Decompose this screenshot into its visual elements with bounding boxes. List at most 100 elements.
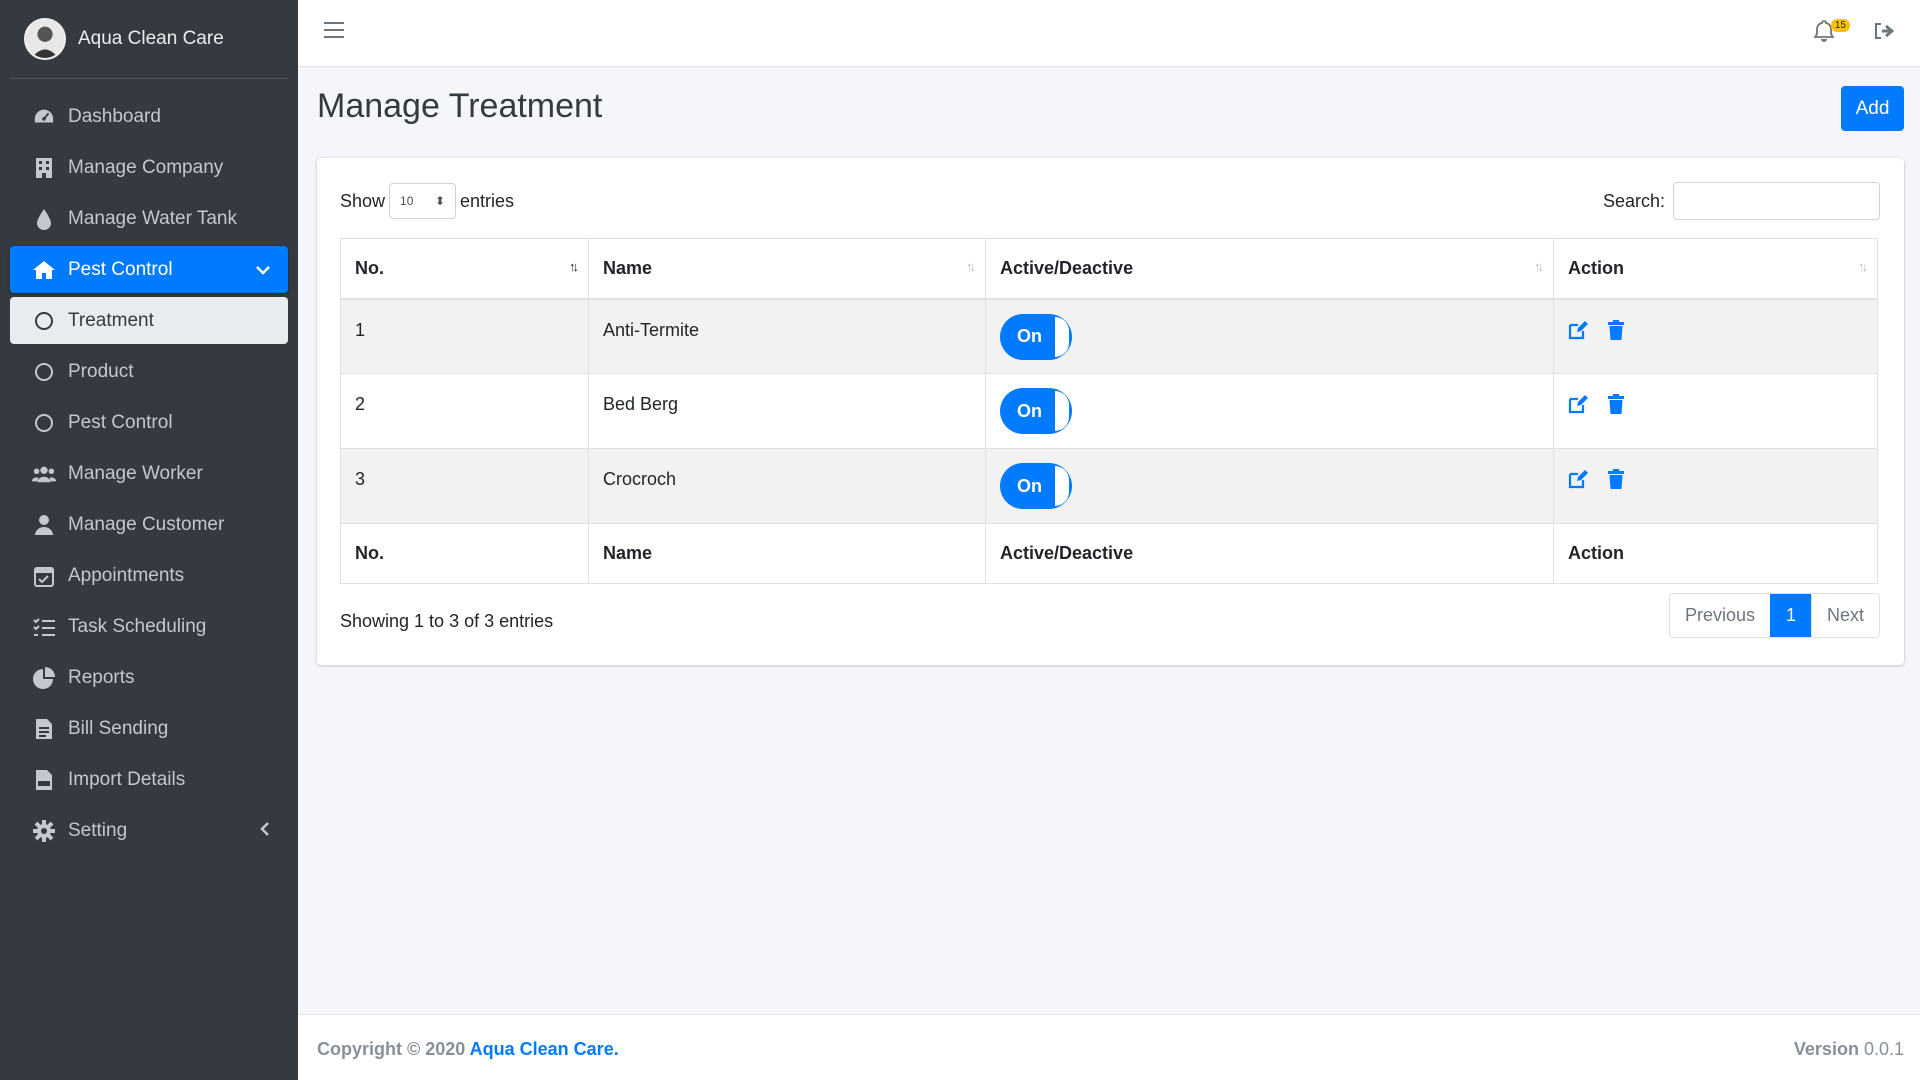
sidebar-item-import-details[interactable]: Import Details [10, 756, 288, 803]
sidebar-item-manage-water-tank[interactable]: Manage Water Tank [10, 195, 288, 242]
water-drop-icon [32, 207, 56, 231]
calendar-check-icon [32, 564, 56, 588]
sidebar-item-manage-company[interactable]: Manage Company [10, 144, 288, 191]
entries-select-value: 10 [400, 194, 414, 208]
company-link[interactable]: Aqua Clean Care. [470, 1039, 619, 1059]
page-footer: Copyright © 2020 Aqua Clean Care. Versio… [298, 1014, 1920, 1080]
search-input[interactable] [1673, 182, 1880, 220]
pie-chart-icon [32, 666, 56, 690]
sidebar-item-label: Manage Worker [68, 462, 203, 484]
cell-no: 3 [340, 448, 589, 524]
gear-icon [32, 819, 56, 843]
sidebar-item-dashboard[interactable]: Dashboard [10, 93, 288, 140]
edit-icon[interactable] [1568, 320, 1588, 345]
sidebar: Aqua Clean Care Dashboard Manage Company… [0, 0, 298, 1080]
search-label: Search: [1602, 190, 1665, 211]
footer-name: Name [588, 523, 986, 584]
column-header-active[interactable]: Active/Deactive ↑↓ [985, 238, 1554, 300]
notification-badge: 15 [1830, 19, 1850, 32]
entries-length-control: Show 10 ⬍ entries [340, 183, 514, 219]
tasks-icon [32, 615, 56, 639]
sidebar-item-label: Dashboard [68, 105, 161, 127]
copyright: Copyright © 2020 Aqua Clean Care. [317, 1039, 619, 1059]
file-invoice-icon [32, 717, 56, 741]
dashboard-icon [32, 105, 56, 129]
sidebar-item-treatment[interactable]: Treatment [10, 297, 288, 344]
cell-name: Anti-Termite [588, 298, 986, 374]
sort-icon: ↑↓ [966, 259, 976, 274]
trash-icon[interactable] [1608, 319, 1624, 345]
sidebar-item-label: Task Scheduling [68, 615, 207, 637]
entries-select[interactable]: 10 ⬍ [389, 183, 457, 219]
cell-status: On [985, 298, 1554, 374]
footer-no: No. [340, 523, 589, 584]
version: Version 0.0.1 [1793, 1039, 1904, 1059]
table-row: 2 Bed Berg On [340, 373, 1878, 449]
brand[interactable]: Aqua Clean Care [10, 0, 288, 79]
status-toggle[interactable]: On [1000, 313, 1072, 360]
user-avatar [24, 18, 66, 60]
cell-name: Bed Berg [588, 373, 986, 449]
sidebar-item-manage-worker[interactable]: Manage Worker [10, 450, 288, 497]
column-header-no[interactable]: No. ↑↓ [340, 238, 589, 300]
footer-active: Active/Deactive [985, 523, 1554, 584]
show-label: Show [340, 190, 386, 211]
page-1-button[interactable]: 1 [1769, 594, 1811, 637]
sort-asc-icon: ↑↓ [569, 259, 579, 274]
chevron-left-icon [260, 820, 270, 842]
sidebar-item-label: Manage Company [68, 156, 224, 178]
sidebar-item-label: Pest Control [68, 411, 173, 433]
page-title: Manage Treatment [317, 87, 603, 125]
sidebar-item-pest-control[interactable]: Pest Control [10, 399, 288, 446]
cell-no: 2 [340, 373, 589, 449]
next-button[interactable]: Next [1810, 594, 1879, 637]
footer-action: Action [1553, 523, 1878, 584]
edit-icon[interactable] [1568, 394, 1588, 419]
sidebar-item-task-scheduling[interactable]: Task Scheduling [10, 603, 288, 650]
cell-actions [1553, 448, 1878, 524]
trash-icon[interactable] [1608, 394, 1624, 419]
table-info: Showing 1 to 3 of 3 entries [340, 611, 554, 631]
table-header-row: No. ↑↓ Name ↑↓ Active/Deactive ↑↓ Action ↑↓ [340, 238, 1878, 300]
cell-name: Crocroch [588, 448, 986, 524]
sidebar-item-pest-control-menu[interactable]: Pest Control [10, 246, 288, 293]
sidebar-item-label: Setting [68, 819, 128, 841]
sidebar-nav: Dashboard Manage Company Manage Water Ta… [0, 93, 298, 854]
cell-no: 1 [340, 298, 589, 374]
cell-status: On [985, 373, 1554, 449]
sidebar-item-manage-customer[interactable]: Manage Customer [10, 501, 288, 548]
sidebar-item-reports[interactable]: Reports [10, 654, 288, 701]
home-icon [32, 258, 56, 282]
column-header-name[interactable]: Name ↑↓ [588, 238, 986, 300]
column-header-action[interactable]: Action ↑↓ [1553, 238, 1878, 300]
csv-file-icon [32, 768, 56, 792]
table-footer-row: No. Name Active/Deactive Action [340, 523, 1878, 584]
trash-icon[interactable] [1608, 469, 1624, 494]
sidebar-item-appointments[interactable]: Appointments [10, 552, 288, 599]
sidebar-item-label: Product [68, 360, 134, 382]
cell-status: On [985, 448, 1554, 524]
sidebar-item-label: Manage Water Tank [68, 207, 237, 229]
top-navbar: 15 [298, 0, 1920, 67]
sidebar-item-label: Appointments [68, 564, 185, 586]
treatment-table-card: Show 10 ⬍ entries Search: No. ↑↓ Name ↑↓ A… [317, 158, 1904, 665]
entries-label: entries [460, 190, 515, 211]
sidebar-item-setting[interactable]: Setting [10, 807, 288, 854]
table-row: 3 Crocroch On [340, 448, 1878, 524]
sidebar-item-label: Import Details [68, 768, 186, 790]
status-toggle[interactable]: On [1000, 463, 1072, 509]
sidebar-item-label: Treatment [68, 309, 154, 331]
sidebar-item-bill-sending[interactable]: Bill Sending [10, 705, 288, 752]
circle-icon [32, 411, 56, 435]
logout-icon[interactable] [1874, 22, 1895, 45]
sidebar-item-product[interactable]: Product [10, 348, 288, 395]
status-toggle[interactable]: On [1000, 388, 1072, 434]
sort-arrows-icon: ⬍ [434, 194, 446, 208]
edit-icon[interactable] [1568, 469, 1588, 494]
table-row: 1 Anti-Termite On [340, 298, 1878, 374]
add-button[interactable]: Add [1841, 86, 1904, 131]
menu-toggle-icon[interactable] [324, 22, 344, 40]
cell-actions [1553, 373, 1878, 449]
previous-button[interactable]: Previous [1670, 594, 1770, 637]
search-control: Search: [1603, 182, 1880, 220]
